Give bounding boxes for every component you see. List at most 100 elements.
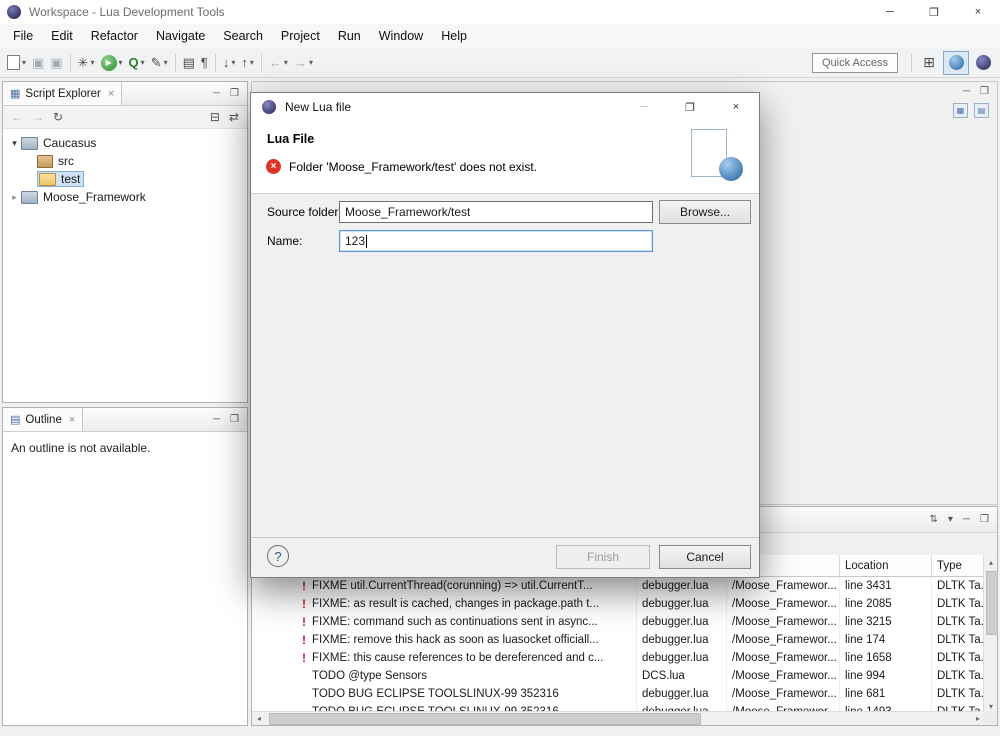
error-text: Folder 'Moose_Framework/test' does not e…	[289, 159, 538, 174]
editor-area-controls: ─ ❐	[963, 86, 989, 97]
link-with-editor-icon[interactable]: ⇄	[229, 110, 239, 124]
menu-help[interactable]: Help	[432, 24, 476, 48]
menu-navigate[interactable]: Navigate	[147, 24, 214, 48]
tab-close-icon[interactable]: ×	[69, 414, 75, 426]
scrollbar-thumb[interactable]	[269, 712, 701, 725]
menu-file[interactable]: File	[4, 24, 42, 48]
back-icon[interactable]: ←	[11, 110, 23, 124]
table-row[interactable]: ! FIXME util.CurrentThread(corunning) => …	[252, 577, 985, 595]
back-button[interactable]: ← ▾	[267, 52, 290, 74]
table-row[interactable]: ! FIXME: this cause references to be dere…	[252, 649, 985, 667]
browse-button[interactable]: Browse...	[659, 200, 751, 224]
window-close-icon[interactable]: ×	[956, 0, 1000, 24]
save-all-button[interactable]: ▣	[48, 52, 64, 74]
editor-minimize-icon[interactable]: ─	[963, 86, 970, 97]
vertical-scrollbar[interactable]: ▴ ▾	[983, 555, 998, 713]
panel-maximize-icon[interactable]: ❐	[230, 414, 239, 425]
horizontal-scrollbar[interactable]: ◂ ▸	[252, 711, 985, 725]
scrollbar-thumb[interactable]	[986, 571, 998, 635]
project-icon	[21, 190, 38, 204]
tab-script-explorer[interactable]: ▦ Script Explorer ×	[3, 82, 123, 105]
menu-project[interactable]: Project	[272, 24, 329, 48]
open-perspective-button[interactable]: ⊞	[917, 52, 941, 74]
menu-edit[interactable]: Edit	[42, 24, 82, 48]
task-resource: debugger.lua	[637, 685, 727, 703]
menu-run[interactable]: Run	[329, 24, 370, 48]
scroll-left-icon[interactable]: ◂	[252, 712, 266, 726]
main-toolbar: ▾ ▣ ▣ ✳ ▾ ▶ ▾ Q ▾ ✎ ▾ ▤ ¶ ↓ ▾ ↑ ▾ ← ▾ → …	[0, 48, 1000, 78]
project-icon	[21, 136, 38, 150]
task-resource: debugger.lua	[637, 577, 727, 595]
name-input[interactable]: 123	[339, 230, 653, 252]
collapse-all-icon[interactable]: ⊟	[210, 110, 220, 124]
toolbar-separator	[69, 53, 71, 72]
window-maximize-icon[interactable]: ❐	[912, 0, 956, 24]
fast-view-icon[interactable]: ▤	[974, 103, 989, 118]
scroll-up-icon[interactable]: ▴	[984, 555, 998, 569]
column-header-location[interactable]: Location	[840, 555, 932, 576]
task-description: FIXME: this cause references to be deref…	[312, 652, 604, 664]
open-editor-button[interactable]: ▤	[181, 52, 197, 74]
next-annotation-button[interactable]: ↓ ▾	[221, 52, 238, 74]
tree-item-moose-framework[interactable]: ▸ Moose_Framework	[3, 188, 247, 206]
tree-item-label: test	[61, 172, 81, 186]
forward-button[interactable]: → ▾	[292, 52, 315, 74]
task-description: FIXME: as result is cached, changes in p…	[312, 598, 600, 610]
task-resource: debugger.lua	[637, 649, 727, 667]
tab-outline[interactable]: ▤ Outline ×	[3, 408, 84, 431]
panel-minimize-icon[interactable]: ─	[213, 414, 220, 425]
coverage-button[interactable]: Q ▾	[127, 52, 147, 74]
run-button[interactable]: ▶ ▾	[99, 52, 125, 74]
save-button[interactable]: ▣	[30, 52, 46, 74]
tree-item-test[interactable]: test	[3, 170, 247, 188]
table-row[interactable]: ! FIXME: as result is cached, changes in …	[252, 595, 985, 613]
dltk-perspective-icon	[975, 55, 991, 70]
window-minimize-icon[interactable]: ─	[868, 0, 912, 24]
table-row[interactable]: ! FIXME: command such as continuations se…	[252, 613, 985, 631]
source-folder-label: Source folder:	[267, 205, 342, 219]
refresh-icon[interactable]: ↻	[53, 110, 63, 124]
view-menu-icon[interactable]: ▾	[948, 514, 953, 525]
new-wizard-button[interactable]: ▾	[5, 52, 28, 74]
expander-collapsed-icon[interactable]: ▸	[8, 192, 21, 203]
dltk-perspective-button[interactable]	[971, 52, 995, 74]
dialog-maximize-icon[interactable]: ❐	[667, 93, 713, 121]
finish-button[interactable]: Finish	[556, 545, 650, 569]
dialog-close-icon[interactable]: ×	[713, 93, 759, 121]
table-row[interactable]: TODO @type Sensors DCS.lua /Moose_Framew…	[252, 667, 985, 685]
help-button[interactable]: ?	[267, 545, 289, 567]
source-folder-input[interactable]: Moose_Framework/test	[339, 201, 653, 223]
fast-view-icon[interactable]: ▦	[953, 103, 968, 118]
tab-label: Script Explorer	[25, 87, 101, 100]
tree-item-label: Caucasus	[43, 136, 97, 150]
table-row[interactable]: TODO BUG ECLIPSE TOOLSLINUX-99 352316 de…	[252, 685, 985, 703]
filter-icon[interactable]: ⇅	[930, 514, 938, 525]
panel-maximize-icon[interactable]: ❐	[230, 88, 239, 99]
debug-button[interactable]: ✳ ▾	[76, 52, 97, 74]
editor-maximize-icon[interactable]: ❐	[980, 86, 989, 97]
tasks-panel-controls: ⇅ ▾ ─ ❐	[930, 514, 997, 525]
show-whitespace-button[interactable]: ¶	[199, 52, 210, 74]
panel-maximize-icon[interactable]: ❐	[980, 514, 989, 525]
external-tools-button[interactable]: ✎ ▾	[149, 52, 170, 74]
tree-item-src[interactable]: src	[3, 152, 247, 170]
panel-minimize-icon[interactable]: ─	[963, 514, 970, 525]
dialog-minimize-icon[interactable]: ─	[621, 93, 667, 121]
editor-icon: ▤	[182, 55, 195, 70]
tab-close-icon[interactable]: ×	[108, 88, 114, 100]
panel-minimize-icon[interactable]: ─	[213, 88, 220, 99]
script-explorer-toolbar: ← → ↻ ⊟ ⇄	[3, 106, 247, 129]
tree-item-caucasus[interactable]: ▾ Caucasus	[3, 134, 247, 152]
column-header-type[interactable]: Type	[932, 555, 985, 576]
expander-expanded-icon[interactable]: ▾	[8, 138, 21, 149]
lua-perspective-button[interactable]	[943, 50, 969, 75]
previous-annotation-button[interactable]: ↑ ▾	[239, 52, 256, 74]
cancel-button[interactable]: Cancel	[659, 545, 751, 569]
table-row[interactable]: ! FIXME: remove this hack as soon as luas…	[252, 631, 985, 649]
menu-search[interactable]: Search	[214, 24, 272, 48]
forward-icon[interactable]: →	[32, 110, 44, 124]
menu-window[interactable]: Window	[370, 24, 432, 48]
quick-access-box[interactable]: Quick Access	[811, 52, 898, 73]
pen-icon: ✎	[150, 55, 162, 70]
menu-refactor[interactable]: Refactor	[82, 24, 147, 48]
